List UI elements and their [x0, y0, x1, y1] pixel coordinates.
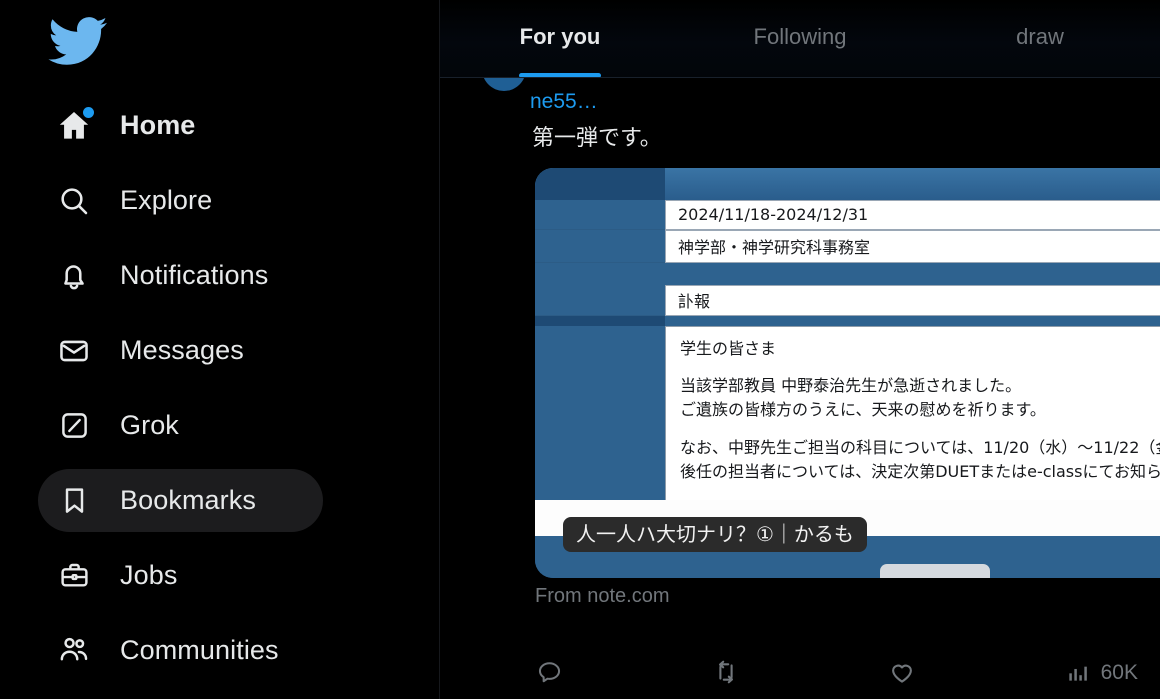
body-line: なお、中野先生ご担当の科目については、11/20（水）～11/22（金）は休講と [680, 437, 1160, 457]
briefcase-icon [52, 554, 96, 598]
sidebar-item-label: Messages [120, 335, 244, 365]
bell-icon [52, 254, 96, 298]
sidebar-item-label: Notifications [120, 260, 269, 290]
media-source-label: From note.com [535, 584, 670, 607]
document-screenshot: 2024/11/18-2024/12/31 神学部・神学研究科事務室 訃報 学生… [535, 167, 1160, 578]
table-row: 神学部・神学研究科事務室 [535, 229, 1160, 263]
sidebar-item-label: Explore [120, 185, 213, 215]
body-line-blank [680, 361, 1160, 374]
tab-label: For you [519, 24, 601, 49]
table-cell-subject: 訃報 [665, 284, 1160, 316]
search-icon [52, 179, 96, 223]
sidebar-nav-list: Home Explore Notifications Messages Grok… [0, 88, 440, 688]
row-gutter [535, 199, 665, 230]
sidebar-item-communities[interactable]: Communities [0, 613, 440, 688]
sidebar-item-jobs[interactable]: Jobs [0, 538, 440, 613]
envelope-icon [52, 329, 96, 373]
document-body-text: 学生の皆さま 当該学部教員 中野泰治先生が急逝されました。 ご遺族の皆様方のうえ… [665, 325, 1160, 509]
sidebar-item-label: Bookmarks [120, 485, 256, 515]
analytics-icon [1066, 660, 1091, 685]
sidebar-item-label: Home [120, 110, 196, 140]
tab-label: Following [753, 24, 847, 49]
twitter-bird-icon[interactable] [42, 10, 112, 72]
tab-active-indicator [519, 73, 601, 78]
body-line: 当該学部教員 中野泰治先生が急逝されました。 [680, 376, 1022, 395]
twitter-app-window: Home Explore Notifications Messages Grok… [0, 0, 1160, 699]
tab-following[interactable]: Following [680, 0, 920, 78]
body-line: 学生の皆さま [680, 338, 777, 358]
sidebar-item-home[interactable]: Home [0, 88, 440, 163]
sidebar-item-label: Grok [120, 410, 179, 440]
row-spacer [535, 316, 1160, 326]
document-footer-nub [880, 563, 990, 578]
home-icon [52, 104, 96, 148]
comment-icon [536, 659, 563, 686]
media-caption-chip: 人一人ハ大切ナリ？①｜かるも [563, 516, 867, 552]
body-line: ご遺族の皆様方のうえに、天来の慰めを祈ります。 [680, 400, 1046, 420]
row-gutter [535, 229, 665, 263]
tab-label: draw [1016, 24, 1064, 49]
tweet-handle-link[interactable]: ne55… [530, 91, 598, 112]
tweet-feed: ne55… 第一弾です。 2024/11/18-2024/12/31 神学部・神… [440, 69, 1160, 607]
communities-icon [52, 629, 96, 673]
sidebar-item-label: Communities [120, 635, 279, 665]
views-button[interactable]: 60K [1066, 660, 1138, 685]
tweet-media-card[interactable]: 2024/11/18-2024/12/31 神学部・神学研究科事務室 訃報 学生… [535, 167, 1160, 578]
table-row-divider [535, 262, 1160, 285]
sidebar-item-notifications[interactable]: Notifications [0, 238, 440, 313]
grok-icon [52, 404, 96, 448]
reply-button[interactable] [536, 659, 712, 686]
like-button[interactable] [888, 658, 1064, 686]
table-cell-department: 神学部・神学研究科事務室 [665, 229, 1160, 263]
sidebar-item-grok[interactable]: Grok [0, 388, 440, 463]
sidebar-item-bookmarks[interactable]: Bookmarks [0, 463, 440, 538]
tab-for-you[interactable]: For you [440, 0, 680, 78]
heart-icon [888, 658, 916, 686]
sidebar-item-label: Jobs [120, 560, 178, 590]
row-gutter [535, 284, 665, 316]
views-count: 60K [1100, 660, 1138, 684]
body-line-blank [680, 423, 1160, 436]
timeline-tabbar: For you Following draw [440, 0, 1160, 78]
tweet-action-bar: 60K [440, 645, 1160, 699]
timeline-column: For you Following draw ne55… 第一弾です。 2024… [440, 0, 1160, 699]
document-rows: 2024/11/18-2024/12/31 神学部・神学研究科事務室 訃報 学生… [535, 199, 1160, 539]
table-row: 訃報 [535, 284, 1160, 316]
retweet-icon [712, 658, 740, 686]
table-row: 2024/11/18-2024/12/31 [535, 199, 1160, 230]
body-line: 後任の担当者については、決定次第DUETまたはe-classにてお知らせいたしま… [680, 461, 1160, 481]
home-unread-badge [83, 106, 94, 118]
sidebar-item-explore[interactable]: Explore [0, 163, 440, 238]
primary-sidebar: Home Explore Notifications Messages Grok… [0, 0, 440, 699]
sidebar-item-messages[interactable]: Messages [0, 313, 440, 388]
tab-draw[interactable]: draw [920, 0, 1160, 78]
row-gutter [535, 325, 665, 509]
table-cell-period: 2024/11/18-2024/12/31 [665, 199, 1160, 230]
retweet-button[interactable] [712, 658, 888, 686]
bookmark-icon [52, 479, 96, 523]
tweet-body-text: 第一弾です。 [532, 126, 662, 151]
document-body-row: 学生の皆さま 当該学部教員 中野泰治先生が急逝されました。 ご遺族の皆様方のうえ… [535, 325, 1160, 509]
tweet-header-truncated: ne55… [440, 69, 1160, 124]
